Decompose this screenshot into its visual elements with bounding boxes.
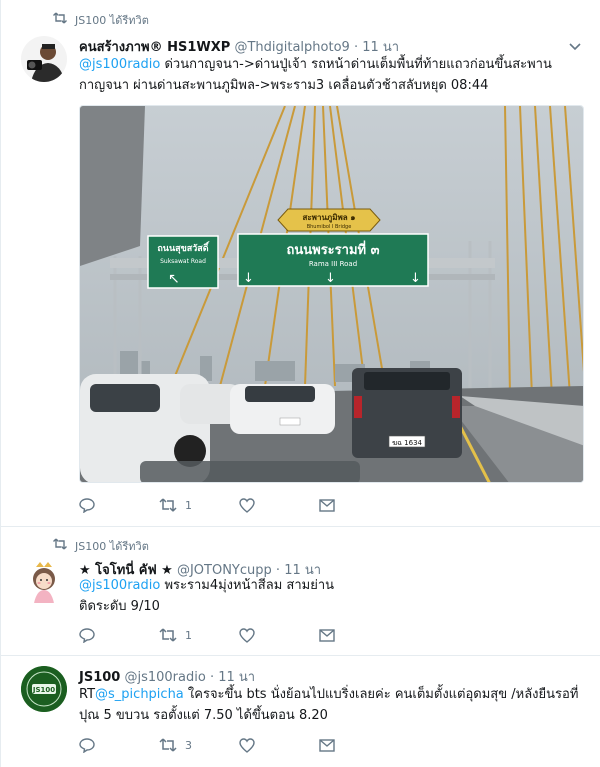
tweet-text-line: กาญจนา ผ่านด่านสะพานภูมิพล->พระราม3 เคลื…	[79, 78, 489, 93]
sign-main-th: ถนนพระรามที่ ๓	[286, 240, 379, 258]
timestamp[interactable]: 11 นา	[218, 670, 255, 685]
tweet-text-line: RT@s_pichpicha ใครจะขึ้น bts นั่งย้อนไปแ…	[79, 684, 583, 705]
avatar[interactable]	[21, 559, 67, 605]
tweet-text-line: ติดระดับ 9/10	[79, 599, 160, 614]
reply-icon	[79, 737, 95, 753]
tweet-photo[interactable]: ถนนสุขสวัสดิ์ Suksawat Road ↖ ถนนพระรามท…	[79, 105, 584, 483]
dm-button[interactable]	[319, 738, 399, 752]
dm-icon	[319, 498, 335, 512]
retweet-button[interactable]: 1	[159, 498, 239, 512]
retweet-context-label: JS100 ได้รีทวิต	[75, 540, 149, 553]
dm-button[interactable]	[319, 628, 399, 642]
mention-link[interactable]: @s_pichpicha	[95, 687, 184, 702]
like-button[interactable]	[239, 497, 319, 513]
sign-left-en: Suksawat Road	[160, 258, 206, 265]
sign-top-th: สะพานภูมิพล ๑	[303, 213, 356, 223]
retweet-icon	[159, 498, 177, 512]
handle[interactable]: @js100radio	[124, 670, 205, 685]
retweet-context: JS100 ได้รีทวิต	[53, 537, 149, 555]
retweet-context: JS100 ได้รีทวิต	[53, 11, 149, 29]
tweet-3[interactable]: JS100 JS100 @js100radio · 11 นา RT@s_pic…	[1, 656, 600, 767]
retweet-button[interactable]: 3	[159, 738, 239, 752]
display-name[interactable]: คนสร้างภาพ® HS1WXP	[79, 40, 230, 55]
tweet-2[interactable]: JS100 ได้รีทวิต ★ โจโทนี่ คัฟ ★ @JOTONYc…	[1, 527, 600, 656]
like-icon	[239, 737, 255, 753]
retweet-count: 1	[185, 628, 192, 642]
reply-icon	[79, 627, 95, 643]
avatar[interactable]: JS100	[21, 666, 67, 712]
tweet-text: @js100radio ด่วนกาญจนา->ด่านปู่เจ้า รถหน…	[79, 54, 583, 96]
arrow-down-icon: ↓	[243, 271, 254, 286]
license-plate: ฆฉ 1634	[392, 439, 423, 447]
avatar[interactable]	[21, 36, 67, 82]
tweet-actions: 1	[79, 627, 399, 643]
tweet-text-line: @js100radio พระราม4มุ่งหน้าสีลม สามย่าน	[79, 575, 583, 596]
mention-link[interactable]: @js100radio	[79, 578, 160, 593]
retweet-icon	[159, 738, 177, 752]
like-button[interactable]	[239, 627, 319, 643]
retweet-context-label: JS100 ได้รีทวิต	[75, 14, 149, 27]
retweet-icon	[53, 12, 67, 28]
arrow-up-left-icon: ↖	[168, 271, 180, 287]
reply-button[interactable]	[79, 497, 159, 513]
retweet-button[interactable]: 1	[159, 628, 239, 642]
reply-button[interactable]	[79, 627, 159, 643]
like-icon	[239, 627, 255, 643]
tweet-text: RT@s_pichpicha ใครจะขึ้น bts นั่งย้อนไปแ…	[79, 684, 583, 726]
rt-prefix: RT	[79, 687, 96, 702]
timeline: JS100 ได้รีทวิต คนสร้างภาพ® HS1WXP @Thdi…	[0, 0, 600, 767]
retweet-count: 3	[185, 738, 192, 752]
avatar-logo-text: JS100	[32, 686, 55, 694]
retweet-icon	[159, 628, 177, 642]
separator-dot: ·	[353, 40, 359, 55]
caret-down-icon[interactable]	[569, 40, 581, 52]
reply-icon	[79, 497, 95, 513]
retweet-icon	[53, 538, 67, 554]
tweet-text-body: ด่วนกาญจนา->ด่านปู่เจ้า รถหน้าด่านเต็มพื…	[160, 57, 552, 72]
tweet-text-line: @js100radio ด่วนกาญจนา->ด่านปู่เจ้า รถหน…	[79, 54, 583, 75]
dm-button[interactable]	[319, 498, 399, 512]
like-button[interactable]	[239, 737, 319, 753]
tweet-text-body: ใครจะขึ้น bts นั่งย้อนไปแบริ่งเลยค่ะ คนเ…	[183, 687, 579, 702]
separator-dot: ·	[209, 670, 215, 685]
arrow-down-icon: ↓	[325, 271, 336, 286]
reply-button[interactable]	[79, 737, 159, 753]
timestamp[interactable]: 11 นา	[362, 40, 399, 55]
arrow-down-icon: ↓	[410, 271, 421, 286]
dm-icon	[319, 628, 335, 642]
sign-top-en: Bhumibol I Bridge	[307, 224, 352, 230]
tweet-text: @js100radio พระราม4มุ่งหน้าสีลม สามย่าน …	[79, 575, 583, 617]
tweet-actions: 3	[79, 737, 399, 753]
retweet-count: 1	[185, 498, 192, 512]
tweet-text-body: พระราม4มุ่งหน้าสีลม สามย่าน	[160, 578, 334, 593]
tweet-text-line: ปุณ 5 ขบวน รอตั้งแต่ 7.50 ได้ขึ้นตอน 8.2…	[79, 708, 328, 723]
mention-link[interactable]: @js100radio	[79, 57, 160, 72]
like-icon	[239, 497, 255, 513]
dm-icon	[319, 738, 335, 752]
tweet-actions: 1	[79, 497, 399, 513]
handle[interactable]: @Thdigitalphoto9	[234, 40, 349, 55]
sign-main-en: Rama III Road	[309, 260, 357, 268]
display-name[interactable]: JS100	[79, 670, 120, 685]
tweet-1[interactable]: JS100 ได้รีทวิต คนสร้างภาพ® HS1WXP @Thdi…	[1, 0, 600, 527]
